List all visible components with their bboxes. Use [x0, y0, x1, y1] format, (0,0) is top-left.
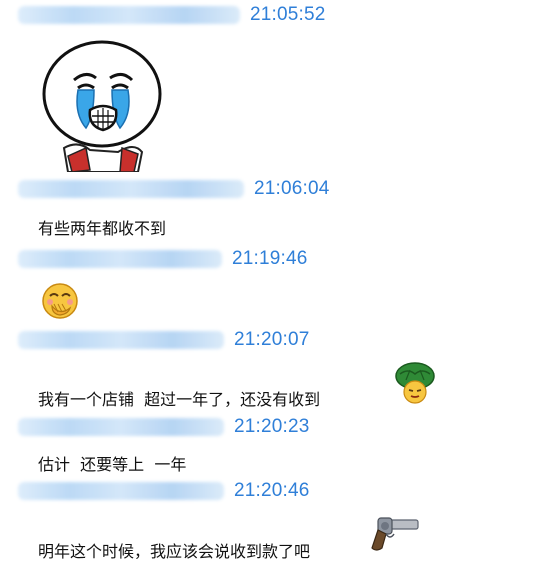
message-header: 21:06:04	[18, 176, 330, 202]
sender-name-redacted[interactable]	[18, 6, 240, 24]
message-text: 我有一个店铺 超过一年了，还没有收到	[38, 390, 321, 409]
message-timestamp: 21:20:23	[234, 416, 310, 437]
message-header: 21:19:46	[18, 246, 308, 272]
message-header: 21:20:07	[18, 327, 310, 353]
message-text: 有些两年都收不到	[38, 219, 167, 238]
message-timestamp: 21:20:07	[234, 329, 310, 350]
message-text: 估计 还要等上 一年	[38, 455, 187, 474]
message-header: 21:20:46	[18, 478, 310, 504]
message-timestamp: 21:05:52	[250, 4, 326, 25]
message-text: 明年这个时候，我应该会说收到款了吧	[38, 542, 311, 561]
revolver-gun-emoji-icon[interactable]	[370, 514, 420, 554]
crying-face-sticker-icon[interactable]	[38, 36, 170, 172]
sender-name-redacted[interactable]	[18, 482, 224, 500]
message-header: 21:20:23	[18, 414, 310, 440]
sender-name-redacted[interactable]	[18, 331, 224, 349]
laughing-covering-mouth-emoji-icon[interactable]	[40, 282, 80, 320]
sender-name-redacted[interactable]	[18, 418, 224, 436]
turtle-hat-emoji-icon[interactable]	[394, 360, 436, 404]
sender-name-redacted[interactable]	[18, 250, 222, 268]
message-timestamp: 21:20:46	[234, 480, 310, 501]
message-timestamp: 21:19:46	[232, 248, 308, 269]
chat-history-panel[interactable]: 21:05:52 21:06:04 有些两年都收不到 21:19:46 21:2…	[0, 0, 555, 570]
message-header: 21:05:52	[18, 2, 326, 28]
message-timestamp: 21:06:04	[254, 178, 330, 199]
sender-name-redacted[interactable]	[18, 180, 244, 198]
